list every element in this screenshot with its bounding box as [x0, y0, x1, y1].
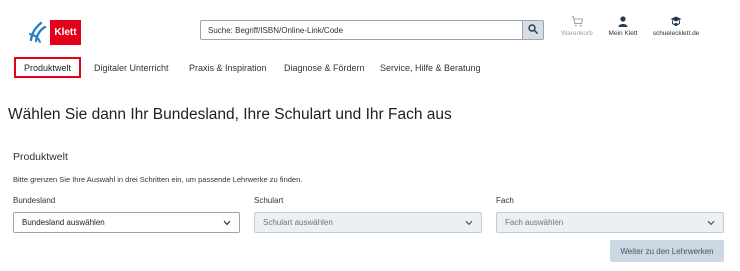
nav-item-label: Service, Hilfe & Beratung: [380, 62, 481, 73]
instruction-text: Bitte grenzen Sie Ihre Auswahl in drei S…: [13, 175, 303, 184]
nav-item-diagnose-foerdern[interactable]: Diagnose & Fördern: [284, 57, 365, 78]
fach-select-value: Fach auswählen: [505, 218, 564, 227]
schulart-select[interactable]: Schulart auswählen: [254, 212, 482, 233]
nav-item-label: Praxis & Inspiration: [189, 62, 267, 73]
schulart-label: Schulart: [254, 196, 284, 205]
main-navigation: Produktwelt Digitaler Unterricht Praxis …: [0, 55, 740, 80]
nav-item-produktwelt[interactable]: Produktwelt: [14, 57, 82, 78]
school-link[interactable]: schuelecklett.de: [646, 16, 706, 37]
search-input[interactable]: [200, 20, 522, 40]
school-label: schuelecklett.de: [652, 30, 700, 37]
nav-item-label: Diagnose & Fördern: [284, 62, 365, 73]
chevron-down-icon: [707, 220, 715, 226]
page-title: Wählen Sie dann Ihr Bundesland, Ihre Sch…: [8, 106, 452, 123]
nav-item-label: Digitaler Unterricht: [94, 62, 169, 73]
bundesland-select-value: Bundesland auswählen: [22, 218, 105, 227]
klett-leaf-icon: [27, 20, 50, 45]
schulart-select-value: Schulart auswählen: [263, 218, 333, 227]
nav-item-service[interactable]: Service, Hilfe & Beratung: [380, 57, 481, 78]
account-label: Mein Klett: [608, 30, 638, 37]
nav-item-digitaler-unterricht[interactable]: Digitaler Unterricht: [94, 57, 169, 78]
logo-text: Klett: [50, 20, 81, 45]
account-link[interactable]: Mein Klett: [605, 16, 641, 37]
search-bar: [200, 20, 544, 40]
search-icon: [528, 21, 538, 39]
bundesland-select[interactable]: Bundesland auswählen: [13, 212, 240, 233]
chevron-down-icon: [465, 220, 473, 226]
cart-link[interactable]: Warenkorb: [557, 16, 597, 37]
graduation-cap-icon: [670, 16, 682, 30]
bundesland-label: Bundesland: [13, 196, 56, 205]
section-title: Produktwelt: [13, 151, 68, 163]
cart-label: Warenkorb: [561, 30, 593, 37]
cart-icon: [571, 16, 583, 30]
user-icon: [618, 16, 628, 30]
nav-item-label: Produktwelt: [24, 62, 72, 73]
header: Klett Warenkorb Me: [0, 0, 740, 55]
search-button[interactable]: [522, 20, 544, 40]
continue-button[interactable]: Weiter zu den Lehrwerken: [610, 240, 724, 262]
fach-label: Fach: [496, 196, 514, 205]
klett-logo[interactable]: Klett: [27, 20, 81, 45]
chevron-down-icon: [223, 220, 231, 226]
nav-item-praxis-inspiration[interactable]: Praxis & Inspiration: [189, 57, 267, 78]
fach-select[interactable]: Fach auswählen: [496, 212, 724, 233]
